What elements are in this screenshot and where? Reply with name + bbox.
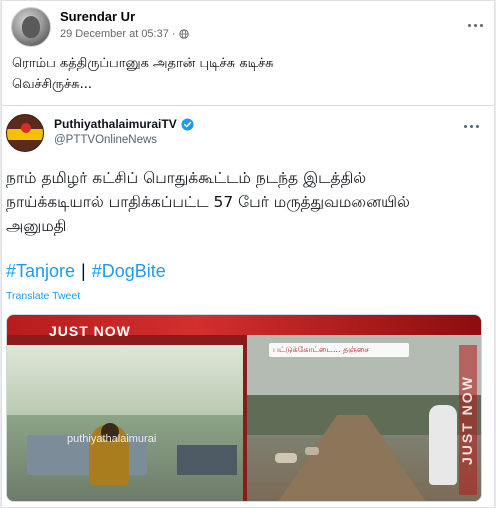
vertical-just-now-text: JUST NOW	[459, 345, 477, 495]
tweet-options-icon	[460, 119, 482, 133]
facebook-post: Surendar Ur 29 December at 05:37 · ரொம்ப…	[1, 0, 495, 508]
post-meta: 29 December at 05:37 ·	[60, 28, 189, 40]
tweet-media-image: JUST NOW puthiyathalaimurai பட்டுக்கோட்ட…	[6, 314, 482, 502]
tweet-author-name: PuthiyathalaimuraiTV	[54, 117, 194, 131]
verified-badge-icon	[181, 117, 194, 131]
just-now-banner: JUST NOW	[49, 323, 131, 339]
street-dogs-scene-image	[247, 335, 481, 501]
hashtag-separator: |	[81, 261, 86, 281]
globe-icon	[178, 29, 189, 39]
tweet-hashtags: #Tanjore | #DogBite	[6, 261, 166, 282]
hashtag-dogbite: #DogBite	[91, 261, 166, 281]
hospital-scene-image: puthiyathalaimurai	[7, 345, 243, 501]
post-options-icon[interactable]	[463, 17, 487, 33]
post-caption: ரொம்ப கத்திருப்பானுக அதான் புடிச்சு கடிச…	[12, 56, 274, 92]
tweet-avatar	[6, 114, 44, 152]
author-name[interactable]: Surendar Ur	[60, 9, 135, 24]
author-avatar[interactable]	[11, 7, 51, 47]
tweet-author-label: PuthiyathalaimuraiTV	[54, 117, 177, 131]
translate-tweet-link: Translate Tweet	[6, 290, 81, 302]
post-timestamp[interactable]: 29 December at 05:37	[60, 28, 169, 40]
hashtag-tanjore: #Tanjore	[6, 261, 76, 281]
channel-watermark: puthiyathalaimurai	[67, 433, 157, 445]
embedded-tweet-screenshot: PuthiyathalaimuraiTV @PTTVOnlineNews நாம…	[2, 106, 494, 507]
location-tag: பட்டுக்கோட்டை... தஞ்சை	[269, 343, 409, 357]
tweet-handle: @PTTVOnlineNews	[54, 134, 158, 146]
post-header: Surendar Ur 29 December at 05:37 ·	[11, 7, 489, 47]
tweet-text: நாம் தமிழர் கட்சிப் பொதுக்கூட்டம் நடந்த …	[6, 169, 410, 235]
